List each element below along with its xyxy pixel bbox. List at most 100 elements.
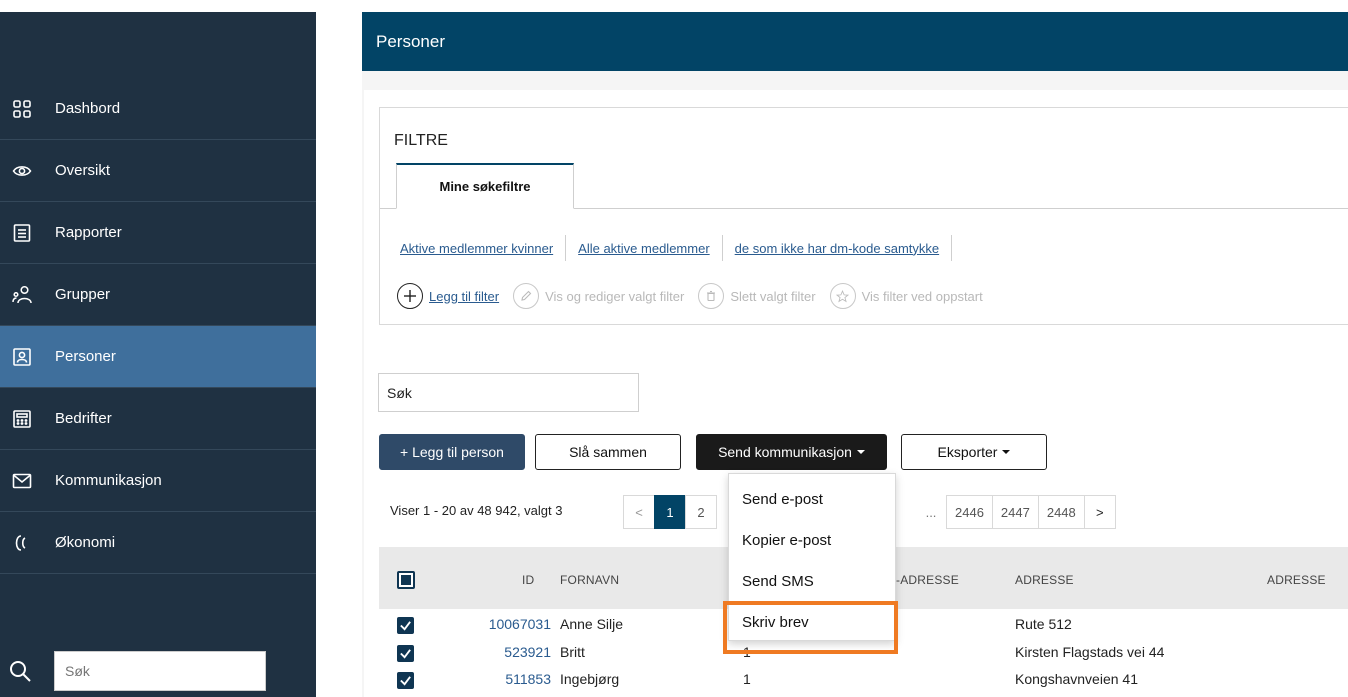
sidebar-search: [0, 649, 316, 693]
page-button-2[interactable]: 2: [685, 495, 717, 529]
add-filter-label[interactable]: Legg til filter: [429, 289, 499, 304]
cell-id[interactable]: 523921: [451, 644, 551, 660]
cell-id[interactable]: 511853: [451, 671, 551, 687]
cell-fornavn: Britt: [560, 644, 585, 660]
add-filter-button[interactable]: Legg til filter: [397, 283, 499, 309]
sidebar-item-label: Dashbord: [55, 100, 121, 117]
cell-adresse: Kirsten Flagstads vei 44: [1015, 644, 1165, 660]
sidebar-item-label: Økonomi: [55, 534, 116, 551]
filter-title: FILTRE: [394, 132, 448, 149]
delete-filter-label: Slett valgt filter: [730, 288, 816, 304]
pencil-icon: [513, 283, 540, 309]
column-header-adresse[interactable]: ADRESSE: [1015, 573, 1074, 587]
eye-icon: [12, 161, 32, 181]
sidebar-item-label: Kommunikasjon: [55, 472, 162, 489]
coin-icon: [12, 533, 32, 553]
filter-actions: Legg til filter Vis og rediger valgt fil…: [397, 283, 997, 309]
sidebar-item-oversikt[interactable]: Oversikt: [0, 140, 316, 202]
calculator-icon: [12, 409, 32, 429]
cell-col3: 1: [743, 671, 751, 687]
add-person-button[interactable]: + Legg til person: [379, 434, 525, 470]
divider: [721, 235, 723, 261]
sidebar: Dashbord Oversikt Rapporter Grupper Pers…: [0, 12, 316, 697]
caret-down-icon: [856, 450, 865, 454]
sidebar-item-bedrifter[interactable]: Bedrifter: [0, 388, 316, 450]
cell-fornavn: Ingebjørg: [560, 671, 620, 687]
tab-label: Mine søkefiltre: [439, 179, 531, 194]
sidebar-item-label: Personer: [55, 348, 116, 365]
tab-mine-sokefiltre[interactable]: Mine søkefiltre: [396, 163, 574, 209]
row-checkbox[interactable]: [397, 617, 414, 634]
person-card-icon: [12, 347, 32, 367]
column-header-fornavn[interactable]: FORNAVN: [560, 573, 619, 587]
edit-filter-button[interactable]: Vis og rediger valgt filter: [513, 283, 684, 309]
pagination-right: ... 2446 2447 2448 >: [915, 495, 1116, 529]
cell-adresse: Kongshavnveien 41: [1015, 671, 1138, 687]
merge-button[interactable]: Slå sammen: [535, 434, 681, 470]
startup-filter-label: Vis filter ved oppstart: [861, 288, 983, 304]
row-checkbox[interactable]: [397, 645, 414, 662]
cell-id[interactable]: 10067031: [451, 616, 551, 632]
export-button[interactable]: Eksporter: [901, 434, 1047, 470]
divider: [565, 235, 567, 261]
divider: [951, 235, 953, 261]
filter-panel: FILTRE Mine søkefiltre Aktive medlemmer …: [379, 107, 1348, 325]
startup-filter-button[interactable]: Vis filter ved oppstart: [829, 283, 983, 309]
cell-adresse: Rute 512: [1015, 616, 1072, 632]
search-icon[interactable]: [8, 659, 32, 683]
send-communication-label: Send kommunikasjon: [718, 444, 852, 460]
page-button-2448[interactable]: 2448: [1037, 495, 1085, 529]
pagination-ellipsis: ...: [915, 495, 947, 529]
star-icon: [829, 283, 856, 309]
page-button-1[interactable]: 1: [654, 495, 686, 529]
sidebar-search-input[interactable]: [54, 651, 266, 691]
top-strip: [0, 0, 1348, 12]
delete-filter-button[interactable]: Slett valgt filter: [698, 283, 816, 309]
group-icon: [12, 285, 32, 305]
sidebar-item-rapporter[interactable]: Rapporter: [0, 202, 316, 264]
plus-icon: [397, 283, 423, 309]
row-checkbox[interactable]: [397, 672, 414, 689]
sidebar-nav: Dashbord Oversikt Rapporter Grupper Pers…: [0, 78, 316, 574]
cell-fornavn: Anne Silje: [560, 616, 624, 632]
page-button-2446[interactable]: 2446: [946, 495, 993, 529]
sidebar-item-kommunikasjon[interactable]: Kommunikasjon: [0, 450, 316, 512]
filter-link-dm-kode[interactable]: de som ikke har dm-kode samtykke: [735, 241, 939, 256]
column-header-epost[interactable]: -ADRESSE: [896, 573, 959, 587]
menu-item-kopier-epost[interactable]: Kopier e-post: [742, 532, 831, 549]
page-button-2447[interactable]: 2447: [991, 495, 1039, 529]
sidebar-item-label: Bedrifter: [55, 410, 112, 427]
menu-item-send-sms[interactable]: Send SMS: [742, 573, 814, 590]
trash-icon: [698, 283, 725, 309]
column-header-id[interactable]: ID: [522, 573, 534, 587]
column-header-adresse2[interactable]: ADRESSE: [1267, 573, 1326, 587]
filter-link-aktive-kvinner[interactable]: Aktive medlemmer kvinner: [400, 241, 553, 256]
select-all-checkbox[interactable]: [397, 571, 415, 589]
edit-filter-label: Vis og rediger valgt filter: [545, 288, 685, 304]
merge-label: Slå sammen: [569, 444, 647, 460]
sidebar-item-okonomi[interactable]: Økonomi: [0, 512, 316, 574]
pagination-summary: Viser 1 - 20 av 48 942, valgt 3: [390, 503, 563, 518]
sidebar-item-personer[interactable]: Personer: [0, 326, 316, 388]
filter-link-alle-aktive[interactable]: Alle aktive medlemmer: [578, 241, 710, 256]
export-label: Eksporter: [937, 444, 998, 460]
send-communication-button[interactable]: Send kommunikasjon: [696, 434, 887, 470]
sidebar-item-label: Oversikt: [55, 162, 111, 179]
sidebar-item-dashbord[interactable]: Dashbord: [0, 78, 316, 140]
pagination: < 1 2: [623, 495, 717, 529]
sidebar-item-grupper[interactable]: Grupper: [0, 264, 316, 326]
add-person-label: + Legg til person: [400, 444, 504, 460]
next-page-button[interactable]: >: [1083, 495, 1116, 529]
sidebar-item-label: Rapporter: [55, 224, 122, 241]
grid-icon: [12, 99, 32, 119]
menu-item-send-epost[interactable]: Send e-post: [742, 491, 823, 508]
prev-page-button[interactable]: <: [623, 495, 655, 529]
document-icon: [12, 223, 32, 243]
page-header: Personer: [362, 12, 1348, 71]
page-title: Personer: [376, 31, 445, 51]
sidebar-item-label: Grupper: [55, 286, 111, 303]
person-search-input[interactable]: [378, 373, 639, 412]
saved-filter-links: Aktive medlemmer kvinner Alle aktive med…: [400, 235, 964, 261]
envelope-icon: [12, 471, 32, 491]
table-row[interactable]: 511853 Ingebjørg 1 Kongshavnveien 41: [379, 667, 1348, 693]
